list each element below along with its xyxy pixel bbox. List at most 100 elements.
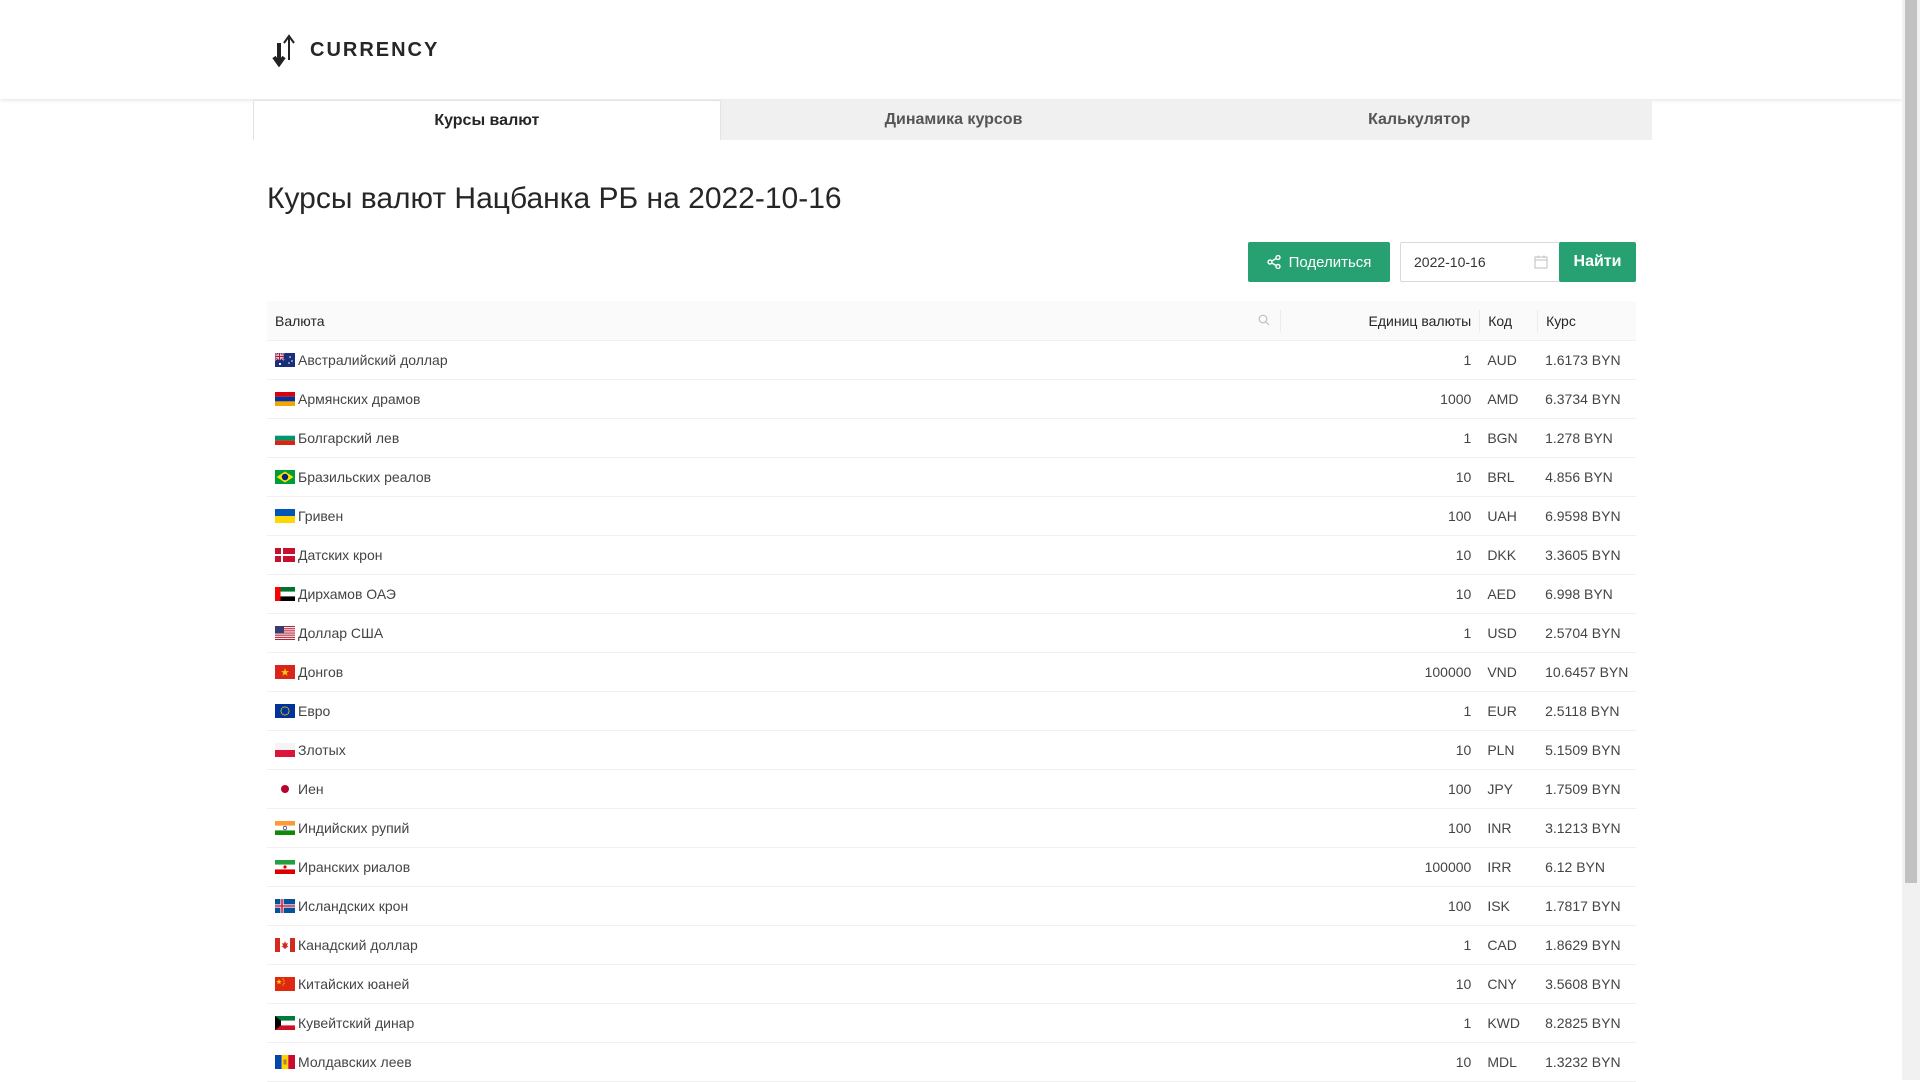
scrollbar-thumb[interactable] [1905, 0, 1917, 883]
units-cell: 10 [1455, 742, 1472, 758]
rate-cell: 3.3605 BYN [1545, 547, 1621, 563]
tab-bar: Курсы валют Динамика курсов Калькулятор [253, 100, 1652, 140]
flag-bg-icon [275, 431, 295, 445]
units-cell: 10 [1455, 1054, 1472, 1070]
currency-cell: Исландских крон [267, 887, 1280, 925]
currency-name: Армянских драмов [298, 391, 421, 407]
currency-name: Злотых [298, 742, 346, 758]
units-cell: 10 [1455, 586, 1472, 602]
flag-pl-icon [275, 743, 295, 757]
currency-cell: Австралийский доллар [267, 341, 1280, 379]
column-header-rate: Курс [1537, 309, 1636, 332]
code-cell: BGN [1487, 430, 1518, 446]
share-button-label: Поделиться [1288, 253, 1372, 271]
code-cell: AMD [1487, 391, 1519, 407]
table-row[interactable]: Индийских рупий 100 INR 3.1213 BYN [267, 809, 1636, 848]
tab-calculator[interactable]: Калькулятор [1186, 100, 1652, 140]
currency-name: Молдавских леев [298, 1054, 412, 1070]
currency-name: Кувейтский динар [298, 1015, 415, 1031]
table-row[interactable]: Злотых 10 PLN 5.1509 BYN [267, 731, 1636, 770]
units-cell: 1 [1463, 625, 1472, 641]
currency-name: Болгарский лев [298, 430, 400, 446]
table-row[interactable]: Австралийский доллар 1 AUD 1.6173 BYN [267, 341, 1636, 380]
rate-cell: 3.1213 BYN [1545, 820, 1621, 836]
rate-cell: 1.8629 BYN [1545, 937, 1621, 953]
currency-name: Гривен [298, 508, 344, 524]
table-row[interactable]: Датских крон 10 DKK 3.3605 BYN [267, 536, 1636, 575]
flag-vn-icon [275, 665, 295, 679]
code-cell: USD [1487, 625, 1517, 641]
currency-cell: Армянских драмов [267, 380, 1280, 418]
currency-name: Доллар США [298, 625, 384, 641]
currency-name: Иранских риалов [298, 859, 411, 875]
currency-cell: Гривен [267, 497, 1280, 535]
code-cell: BRL [1487, 469, 1515, 485]
currency-cell: Доллар США [267, 614, 1280, 652]
table-row[interactable]: Доллар США 1 USD 2.5704 BYN [267, 614, 1636, 653]
flag-eu-icon [275, 704, 295, 718]
units-cell: 100 [1447, 508, 1472, 524]
flag-ca-icon [275, 938, 295, 952]
table-row[interactable]: Кувейтский динар 1 KWD 8.2825 BYN [267, 1004, 1636, 1043]
date-picker[interactable] [1400, 242, 1561, 282]
page-scrollbar[interactable] [1902, 0, 1920, 1080]
tab-rates[interactable]: Курсы валют [253, 100, 721, 140]
flag-ae-icon [275, 587, 295, 601]
rate-cell: 1.278 BYN [1545, 430, 1613, 446]
page-title: Курсы валют Нацбанка РБ на 2022-10-16 [267, 182, 842, 215]
code-cell: PLN [1487, 742, 1515, 758]
currency-cell: Индийских рупий [267, 809, 1280, 847]
currency-cell: Датских крон [267, 536, 1280, 574]
code-cell: ISK [1487, 898, 1510, 914]
table-row[interactable]: Донгов 100000 VND 10.6457 BYN [267, 653, 1636, 692]
table-row[interactable]: Молдавских леев 10 MDL 1.3232 BYN [267, 1043, 1636, 1082]
currency-name: Бразильских реалов [298, 469, 432, 485]
units-cell: 100 [1447, 781, 1472, 797]
table-row[interactable]: Бразильских реалов 10 BRL 4.856 BYN [267, 458, 1636, 497]
rate-cell: 1.3232 BYN [1545, 1054, 1621, 1070]
tab-dynamics[interactable]: Динамика курсов [721, 100, 1187, 140]
currency-cell: Злотых [267, 731, 1280, 769]
flag-ir-icon [275, 860, 295, 874]
units-cell: 10 [1455, 976, 1472, 992]
code-cell: VND [1487, 664, 1517, 680]
code-cell: DKK [1487, 547, 1517, 563]
rate-cell: 1.6173 BYN [1545, 352, 1621, 368]
currency-name: Канадский доллар [298, 937, 418, 953]
table-row[interactable]: Иен 100 JPY 1.7509 BYN [267, 770, 1636, 809]
units-cell: 100000 [1424, 859, 1472, 875]
date-field[interactable] [1412, 253, 1516, 271]
app-header: CURRENCY [0, 0, 1902, 99]
flag-cn-icon [275, 977, 295, 991]
table-row[interactable]: Гривен 100 UAH 6.9598 BYN [267, 497, 1636, 536]
currency-cell: Болгарский лев [267, 419, 1280, 457]
code-cell: CNY [1487, 976, 1517, 992]
logo[interactable]: CURRENCY [270, 33, 439, 67]
share-button[interactable]: Поделиться [1248, 242, 1390, 282]
rate-cell: 1.7509 BYN [1545, 781, 1621, 797]
search-icon[interactable] [1258, 314, 1270, 326]
flag-au-icon [275, 353, 295, 367]
table-row[interactable]: Исландских крон 100 ISK 1.7817 BYN [267, 887, 1636, 926]
table-row[interactable]: Иранских риалов 100000 IRR 6.12 BYN [267, 848, 1636, 887]
units-cell: 1 [1463, 1015, 1472, 1031]
rate-cell: 5.1509 BYN [1545, 742, 1621, 758]
table-row[interactable]: Дирхамов ОАЭ 10 AED 6.998 BYN [267, 575, 1636, 614]
units-cell: 100 [1447, 898, 1472, 914]
table-row[interactable]: Болгарский лев 1 BGN 1.278 BYN [267, 419, 1636, 458]
rate-cell: 4.856 BYN [1545, 469, 1613, 485]
currency-cell: Китайских юаней [267, 965, 1280, 1003]
flag-br-icon [275, 470, 295, 484]
currency-cell: Канадский доллар [267, 926, 1280, 964]
code-cell: INR [1487, 820, 1512, 836]
table-row[interactable]: Канадский доллар 1 CAD 1.8629 BYN [267, 926, 1636, 965]
table-header: Валюта Единиц валюты Код Курс [267, 301, 1636, 341]
column-header-currency: Валюта [267, 301, 1280, 340]
table-row[interactable]: Армянских драмов 1000 AMD 6.3734 BYN [267, 380, 1636, 419]
units-cell: 1000 [1440, 391, 1472, 407]
flag-ua-icon [275, 509, 295, 523]
find-button[interactable]: Найти [1559, 242, 1636, 282]
table-row[interactable]: Китайских юаней 10 CNY 3.5608 BYN [267, 965, 1636, 1004]
currency-cell: Донгов [267, 653, 1280, 691]
table-row[interactable]: Евро 1 EUR 2.5118 BYN [267, 692, 1636, 731]
